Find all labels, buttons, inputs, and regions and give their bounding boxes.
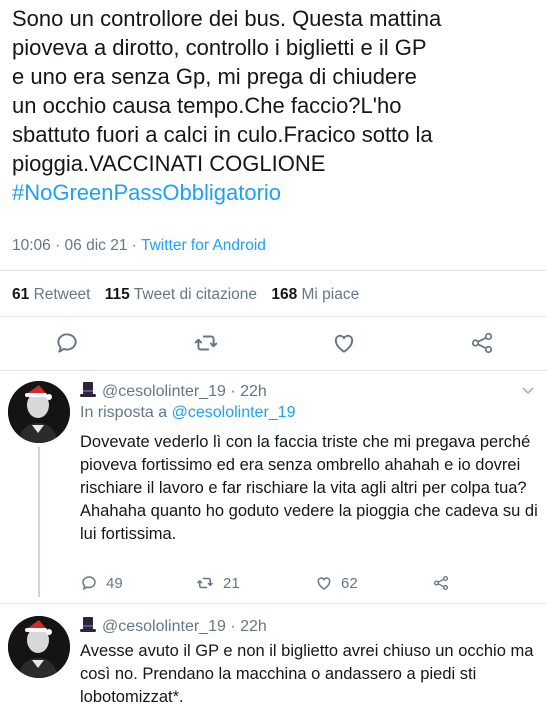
retweets-count: 61 — [12, 286, 30, 303]
tweet-line: pioveva a dirotto, controllo i biglietti… — [12, 35, 427, 60]
thread-line — [38, 447, 40, 597]
reply-header: @cesololinter_19 · 22h — [80, 381, 267, 401]
reply-icon — [82, 576, 96, 590]
avatar-image — [8, 616, 70, 678]
likes-label: Mi piace — [301, 286, 360, 303]
tweet-line: Sono un controllore dei bus. Questa matt… — [12, 6, 442, 31]
retweet-icon — [197, 577, 213, 589]
avatar[interactable] — [8, 616, 70, 678]
retweet-count: 21 — [223, 574, 240, 592]
top-hat-icon — [80, 382, 96, 397]
reply-count: 49 — [106, 574, 123, 592]
reply-text: Avesse avuto il GP e non il biglietto av… — [80, 642, 534, 706]
reply-actions: 49 21 62 — [80, 574, 540, 596]
reply-time: · 22h — [230, 383, 267, 400]
source-link[interactable]: Twitter for Android — [141, 237, 266, 254]
avatar[interactable] — [8, 381, 70, 443]
tweet-stats: 61 Retweet 115 Tweet di citazione 168 Mi… — [12, 286, 359, 304]
tweet-text: Sono un controllore dei bus. Questa matt… — [12, 4, 542, 207]
reply-username[interactable]: @cesololinter_19 — [102, 383, 226, 400]
reply-username[interactable]: @cesololinter_19 — [102, 618, 226, 635]
share-icon — [433, 575, 449, 591]
in-reply-to: In risposta a @cesololinter_19 — [80, 404, 295, 422]
tweet-line: sbattuto fuori a calci in culo.Fracico s… — [12, 122, 433, 147]
share-icon[interactable] — [469, 330, 495, 356]
reply-icon[interactable] — [54, 330, 80, 356]
tweet-line: e uno era senza Gp, mi prega di chiudere — [12, 64, 417, 89]
divider — [0, 316, 547, 317]
reply-tweet[interactable]: @cesololinter_19 · 22h In risposta a @ce… — [0, 371, 547, 602]
quotes-count: 115 — [104, 286, 130, 303]
tweet-line: un occhio causa tempo.Che faccio?L'ho — [12, 93, 402, 118]
quotes-label: Tweet di citazione — [133, 286, 258, 303]
reply-reply-action[interactable]: 49 — [80, 574, 123, 592]
top-hat-icon — [80, 617, 96, 632]
likes-count: 168 — [271, 286, 298, 303]
like-count: 62 — [341, 574, 358, 592]
reply-header: @cesololinter_19 · 22h — [80, 616, 267, 636]
avatar-image — [8, 381, 70, 443]
retweets-stat[interactable]: 61 Retweet — [12, 286, 90, 303]
chevron-down-icon[interactable] — [521, 386, 535, 396]
in-reply-handle[interactable]: @cesololinter_19 — [172, 404, 296, 421]
divider — [0, 270, 547, 271]
retweets-label: Retweet — [33, 286, 91, 303]
reply-share-action[interactable] — [432, 574, 450, 592]
in-reply-label: In risposta a — [80, 404, 172, 421]
retweet-icon[interactable] — [193, 330, 219, 356]
like-icon — [317, 577, 331, 590]
reply-tweet[interactable]: @cesololinter_19 · 22h Avesse avuto il G… — [0, 604, 547, 716]
reply-like-action[interactable]: 62 — [315, 574, 358, 592]
like-icon[interactable] — [331, 330, 357, 356]
reply-time: · 22h — [230, 618, 267, 635]
likes-stat[interactable]: 168 Mi piace — [271, 286, 359, 303]
reply-retweet-action[interactable]: 21 — [195, 574, 240, 592]
tweet-line: pioggia.VACCINATI COGLIONE — [12, 151, 326, 176]
quotes-stat[interactable]: 115 Tweet di citazione — [105, 286, 257, 303]
reply-text: Dovevate vederlo lì con la faccia triste… — [80, 433, 538, 543]
tweet-meta: 10:06 · 06 dic 21 · Twitter for Android — [12, 237, 266, 255]
tweet-actions — [0, 330, 547, 358]
tweet-time: 10:06 · 06 dic 21 · — [12, 237, 141, 254]
hashtag-link[interactable]: #NoGreenPassObbligatorio — [12, 178, 542, 207]
